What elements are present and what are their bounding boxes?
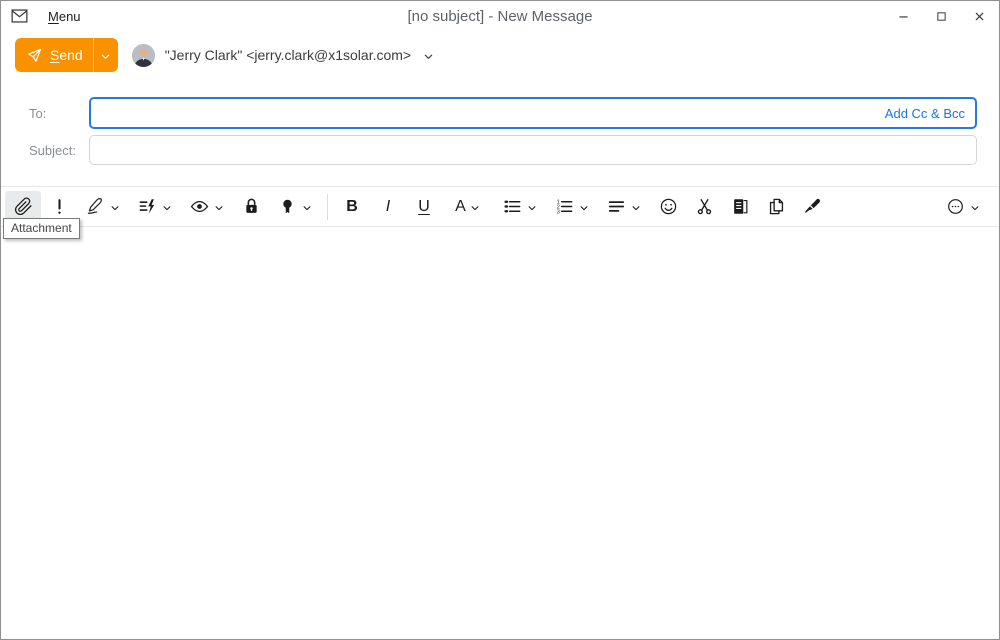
align-button[interactable] [598,191,650,223]
subject-field[interactable] [89,135,977,165]
smiley-icon [659,197,678,216]
scissors-icon [695,197,714,216]
to-input[interactable] [99,99,885,127]
quick-text-button[interactable] [129,191,181,223]
from-dropdown[interactable] [423,50,434,61]
attachment-tooltip: Attachment [3,218,80,239]
chevron-down-icon [301,201,312,212]
to-label: To: [1,106,89,121]
to-field[interactable]: Add Cc & Bcc [89,97,977,129]
bold-icon: B [346,199,358,215]
digital-sign-button[interactable] [269,191,321,223]
message-body-editor[interactable] [1,227,999,639]
new-message-window: Menu [no subject] - New Message Send [0,0,1000,640]
add-cc-bcc-link[interactable]: Add Cc & Bcc [885,106,965,121]
address-fields: To: Add Cc & Bcc Subject: [1,77,999,171]
copy-button[interactable] [758,191,794,223]
svg-text:3: 3 [557,210,560,216]
send-label: Send [50,47,83,63]
paperclip-icon [14,197,33,216]
maximize-button[interactable] [927,4,955,28]
eye-icon [190,197,209,216]
maximize-icon [936,11,947,22]
read-receipt-button[interactable] [181,191,233,223]
chevron-down-icon [109,201,120,212]
paste-icon [731,197,750,216]
from-address: "Jerry Clark" <jerry.clark@x1solar.com> [165,47,411,63]
ellipsis-circle-icon [946,197,965,216]
chevron-down-icon [423,50,434,61]
underline-icon: U [418,199,430,215]
close-button[interactable] [965,4,993,28]
window-controls [889,4,993,28]
encrypt-button[interactable] [233,191,269,223]
italic-button[interactable]: I [370,191,406,223]
subject-input[interactable] [99,136,966,164]
chevron-down-icon [578,201,589,212]
chevron-down-icon [630,201,641,212]
seal-icon [278,197,297,216]
chevron-down-icon [470,201,481,212]
bold-button[interactable]: B [334,191,370,223]
chevron-down-icon [969,201,980,212]
send-row: Send "Jerry Clark" <jerry.clark@x1solar.… [1,31,999,77]
lock-icon [242,197,261,216]
subject-label: Subject: [1,143,89,158]
emoji-button[interactable] [650,191,686,223]
font-format-button[interactable]: A [442,191,494,223]
copy-icon [767,197,786,216]
minimize-icon [898,11,909,22]
minimize-button[interactable] [889,4,917,28]
numbered-list-button[interactable]: 1 2 3 [546,191,598,223]
send-options-dropdown[interactable] [94,38,118,72]
chevron-down-icon [161,201,172,212]
font-icon: A [455,199,466,215]
quick-text-icon [138,197,157,216]
numbered-list-icon: 1 2 3 [555,197,574,216]
send-icon [26,47,43,64]
send-button[interactable]: Send [15,38,118,72]
toolbar-divider [327,194,328,220]
exclamation-icon [50,197,69,216]
chevron-down-icon [213,201,224,212]
formatting-toolbar: B I U A 1 2 [1,186,999,227]
align-icon [607,197,626,216]
chevron-down-icon [100,50,111,61]
title-bar: Menu [no subject] - New Message [1,1,999,31]
window-title: [no subject] - New Message [1,8,999,25]
subject-row: Subject: [1,135,999,165]
bullet-list-button[interactable] [494,191,546,223]
to-row: To: Add Cc & Bcc [1,97,999,129]
signature-button[interactable] [77,191,129,223]
paintbrush-icon [803,197,822,216]
close-icon [974,11,985,22]
chevron-down-icon [526,201,537,212]
more-options-button[interactable] [937,191,989,223]
cut-button[interactable] [686,191,722,223]
bullet-list-icon [503,197,522,216]
signature-pen-icon [86,197,105,216]
italic-icon: I [386,199,390,215]
paste-button[interactable] [722,191,758,223]
format-painter-button[interactable] [794,191,830,223]
envelope-icon [11,9,28,23]
underline-button[interactable]: U [406,191,442,223]
menu-button[interactable]: Menu [48,9,81,24]
sender-avatar [132,44,155,67]
